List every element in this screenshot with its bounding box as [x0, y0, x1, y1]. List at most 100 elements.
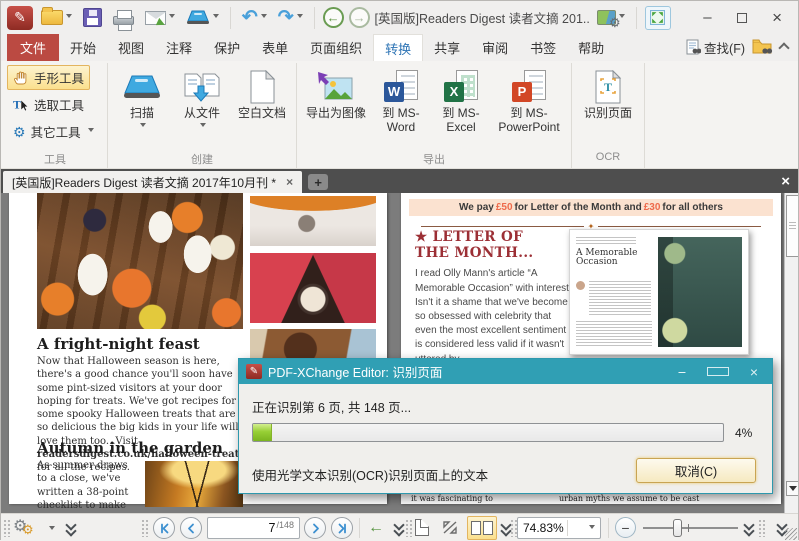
inset-illustration	[658, 237, 742, 347]
hand-tool-button[interactable]: 手形工具	[7, 65, 90, 90]
halloween-cookies-photo	[37, 193, 243, 329]
find-in-files-button[interactable]	[752, 38, 773, 58]
current-page-value: 7	[269, 521, 276, 535]
close-document-button[interactable]: ×	[781, 173, 790, 190]
vertical-scrollbar[interactable]	[784, 193, 798, 513]
cancel-button[interactable]: 取消(C)	[636, 458, 756, 483]
dialog-app-icon: ✎	[246, 364, 262, 379]
session-icon: ⚙	[597, 10, 616, 25]
resize-grip[interactable]	[785, 528, 797, 540]
scanner-icon	[123, 73, 161, 101]
menu-tab-review[interactable]: 审阅	[471, 34, 519, 61]
expand-nav-chevron[interactable]	[393, 522, 405, 535]
scrollbar-down-button[interactable]	[786, 481, 798, 496]
open-file-button[interactable]	[38, 8, 75, 27]
document-canvas[interactable]: A fright-night feast Now that Halloween …	[1, 193, 798, 513]
ocr-pages-button[interactable]: T 识别页面	[576, 65, 640, 121]
down-arrow-icon	[789, 486, 797, 495]
zoom-tick	[688, 524, 689, 532]
dialog-minimize-button[interactable]: –	[671, 365, 693, 379]
fullscreen-button[interactable]	[645, 6, 671, 30]
to-word-button[interactable]: W 到 MS-Word	[371, 65, 431, 135]
dialog-maximize-button[interactable]	[707, 365, 729, 379]
menu-tab-share[interactable]: 共享	[423, 34, 471, 61]
zoom-slider-handle[interactable]	[673, 519, 682, 537]
undo-button[interactable]: ↶	[239, 6, 270, 30]
email-button[interactable]	[142, 9, 178, 27]
document-tab-bar: [英国版]Readers Digest 读者文摘 2017年10月刊 * × +…	[1, 169, 798, 193]
menu-tab-bookmarks[interactable]: 书签	[519, 34, 567, 61]
print-button[interactable]	[110, 8, 137, 27]
other-tools-button[interactable]: ⚙ 其它工具	[7, 119, 100, 144]
to-excel-button[interactable]: X 到 MS-Excel	[431, 65, 491, 135]
previous-view-button[interactable]: ←	[365, 517, 387, 539]
find-folder-icon	[752, 38, 773, 55]
pencil-icon: ✎	[250, 366, 258, 377]
expand-zoom-chevron[interactable]	[743, 522, 755, 535]
dialog-close-button[interactable]: ×	[743, 364, 765, 380]
find-button[interactable]: 查找(F)	[686, 38, 745, 57]
redo-button[interactable]: ↷	[275, 6, 306, 30]
menu-tab-home[interactable]: 开始	[59, 34, 107, 61]
select-text-icon: T	[13, 97, 29, 113]
from-file-button[interactable]: 从文件	[172, 65, 232, 130]
single-page-view-button[interactable]	[415, 519, 429, 536]
previous-page-button[interactable]	[180, 517, 202, 539]
minimize-button[interactable]: –	[693, 6, 723, 30]
group-label-create: 创建	[112, 151, 292, 168]
customize-caret[interactable]	[49, 526, 55, 533]
article2-body: As summer draws to a close, we've writte…	[37, 459, 137, 513]
forward-view-button[interactable]: →	[349, 7, 370, 28]
zoom-slider[interactable]	[643, 527, 738, 529]
from-file-icon	[183, 72, 221, 102]
dialog-titlebar[interactable]: ✎ PDF-XChange Editor: 识别页面 – ×	[239, 359, 772, 384]
status-bar: ⚙⚙ 7/148 ← 74.83% −	[1, 513, 798, 541]
to-powerpoint-button[interactable]: P 到 MS-PowerPoint	[491, 65, 567, 135]
zoom-level-combobox[interactable]: 74.83%	[517, 517, 601, 539]
menu-tab-organize[interactable]: 页面组织	[299, 34, 373, 61]
zoom-out-button[interactable]: −	[615, 517, 636, 538]
menu-tab-help[interactable]: 帮助	[567, 34, 615, 61]
banner-text-end: for all others	[662, 202, 723, 213]
from-file-label: 从文件	[184, 107, 220, 121]
menu-tab-form[interactable]: 表单	[251, 34, 299, 61]
undo-icon: ↶	[242, 8, 258, 28]
expand-toolbar-chevron[interactable]	[65, 522, 77, 535]
first-page-button[interactable]	[153, 517, 175, 539]
scan-button[interactable]: 扫描	[112, 65, 172, 130]
scan-button-quick[interactable]	[183, 7, 222, 29]
letters-banner: We pay £50 for Letter of the Month and £…	[409, 199, 773, 216]
save-button[interactable]	[80, 6, 105, 29]
powerpoint-icon: P	[512, 70, 546, 104]
collapse-ribbon-chevron[interactable]	[778, 42, 789, 53]
maximize-button[interactable]	[727, 6, 757, 30]
tab-close-icon[interactable]: ×	[286, 175, 293, 189]
back-view-button[interactable]: ←	[323, 7, 344, 28]
toolbar-grip	[3, 519, 10, 537]
page-number-input[interactable]: 7/148	[207, 517, 300, 539]
letter-body: I read Olly Mann's article “A Memorable …	[415, 267, 575, 366]
last-page-button[interactable]	[331, 517, 353, 539]
page-icon	[483, 521, 493, 535]
letter-title-line1: ★ LETTER OF	[415, 229, 523, 245]
new-tab-button[interactable]: +	[308, 174, 328, 190]
close-button[interactable]: ×	[762, 6, 792, 30]
document-tab[interactable]: [英国版]Readers Digest 读者文摘 2017年10月刊 * ×	[3, 171, 302, 193]
article2-title: Autumn in the garden	[37, 439, 249, 457]
scrollbar-thumb[interactable]	[786, 195, 798, 257]
select-tool-button[interactable]: T 选取工具	[7, 92, 90, 117]
save-icon	[83, 8, 102, 27]
menu-tab-comment[interactable]: 注释	[155, 34, 203, 61]
fit-page-button[interactable]	[442, 520, 458, 535]
back-arrow-icon: ←	[327, 10, 340, 25]
blank-document-button[interactable]: 空白文档	[232, 65, 292, 121]
menu-tab-protect[interactable]: 保护	[203, 34, 251, 61]
active-session-button[interactable]: ⚙	[594, 8, 628, 27]
menu-tab-view[interactable]: 视图	[107, 34, 155, 61]
next-page-button[interactable]	[304, 517, 326, 539]
menu-tab-convert[interactable]: 转换	[373, 34, 423, 61]
export-image-button[interactable]: 导出为图像	[301, 65, 371, 121]
customize-toolbar-button[interactable]: ⚙⚙	[13, 516, 43, 540]
two-page-view-button[interactable]	[467, 516, 497, 540]
menu-tab-file[interactable]: 文件	[7, 34, 59, 61]
